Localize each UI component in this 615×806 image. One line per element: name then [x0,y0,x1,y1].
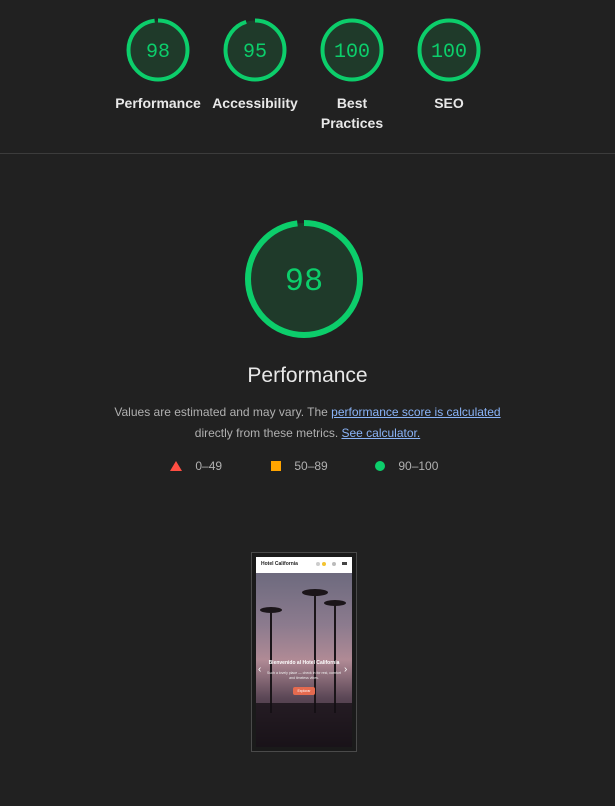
gauge-label: Accessibility [212,95,298,111]
menu-icon [342,562,347,565]
theme-icon [332,562,336,566]
gauge-ring: 100 [417,18,481,82]
desc-text: directly from these metrics. [194,426,342,440]
category-gauges: 98 Performance 95 Accessibility 100 Best… [0,0,615,153]
site-brand: Hotel California [261,561,298,567]
triangle-icon [170,461,182,471]
chevron-right-icon: › [344,664,348,675]
square-icon [271,461,281,471]
gauge-ring: 98 [245,220,363,338]
performance-score-gauge: 98 [243,218,365,345]
legend-pass: 90–100 [375,459,438,473]
hero-button: Explorar [293,687,315,695]
legend-fail-label: 0–49 [195,459,223,473]
gauge-ring: 98 [126,18,190,82]
gauge-seo[interactable]: 100 SEO [394,17,504,113]
hero-title: Bienvenido al Hotel California [268,660,340,666]
score-calculated-link[interactable]: performance score is calculated [331,405,500,419]
gauge-accessibility[interactable]: 95 Accessibility [200,17,310,113]
chevron-left-icon: ‹ [258,664,262,675]
gauge-best-practices[interactable]: 100 Best Practices [297,17,407,133]
hero-subtitle: Such a lovely place — check in for rest,… [267,671,341,680]
final-screenshot-thumbnail[interactable]: Bienvenido al Hotel California Such a lo… [251,552,357,752]
legend-average-label: 50–89 [294,459,328,473]
score-legend: 0–49 50–89 90–100 [0,459,615,477]
desc-text: Values are estimated and may vary. The [114,405,332,419]
gauge-performance[interactable]: 98 Performance [103,17,213,113]
legend-fail: 0–49 [170,459,222,473]
sun-icon [322,562,326,566]
gauge-ring: 95 [223,18,287,82]
page-screenshot: Bienvenido al Hotel California Such a lo… [256,557,352,747]
circle-icon [375,461,385,471]
gauge-score: 95 [243,41,267,64]
site-navbar: Hotel California [256,557,352,573]
main-score: 98 [285,263,323,300]
gauge-label: Performance [115,95,201,111]
performance-description: Values are estimated and may vary. The p… [100,402,515,444]
gauge-score: 98 [146,41,170,64]
hero-image: Bienvenido al Hotel California Such a lo… [256,573,352,747]
gauge-score: 100 [334,41,370,64]
gauge-score: 100 [431,41,467,64]
legend-pass-label: 90–100 [398,459,439,473]
section-divider [0,153,615,154]
legend-average: 50–89 [271,459,328,473]
see-calculator-link[interactable]: See calculator. [341,426,420,440]
performance-title: Performance [247,364,368,387]
gauge-ring: 100 [320,18,384,82]
gauge-label: Best Practices [320,95,384,131]
lang-icon [316,562,320,566]
gauge-label: SEO [434,95,464,111]
